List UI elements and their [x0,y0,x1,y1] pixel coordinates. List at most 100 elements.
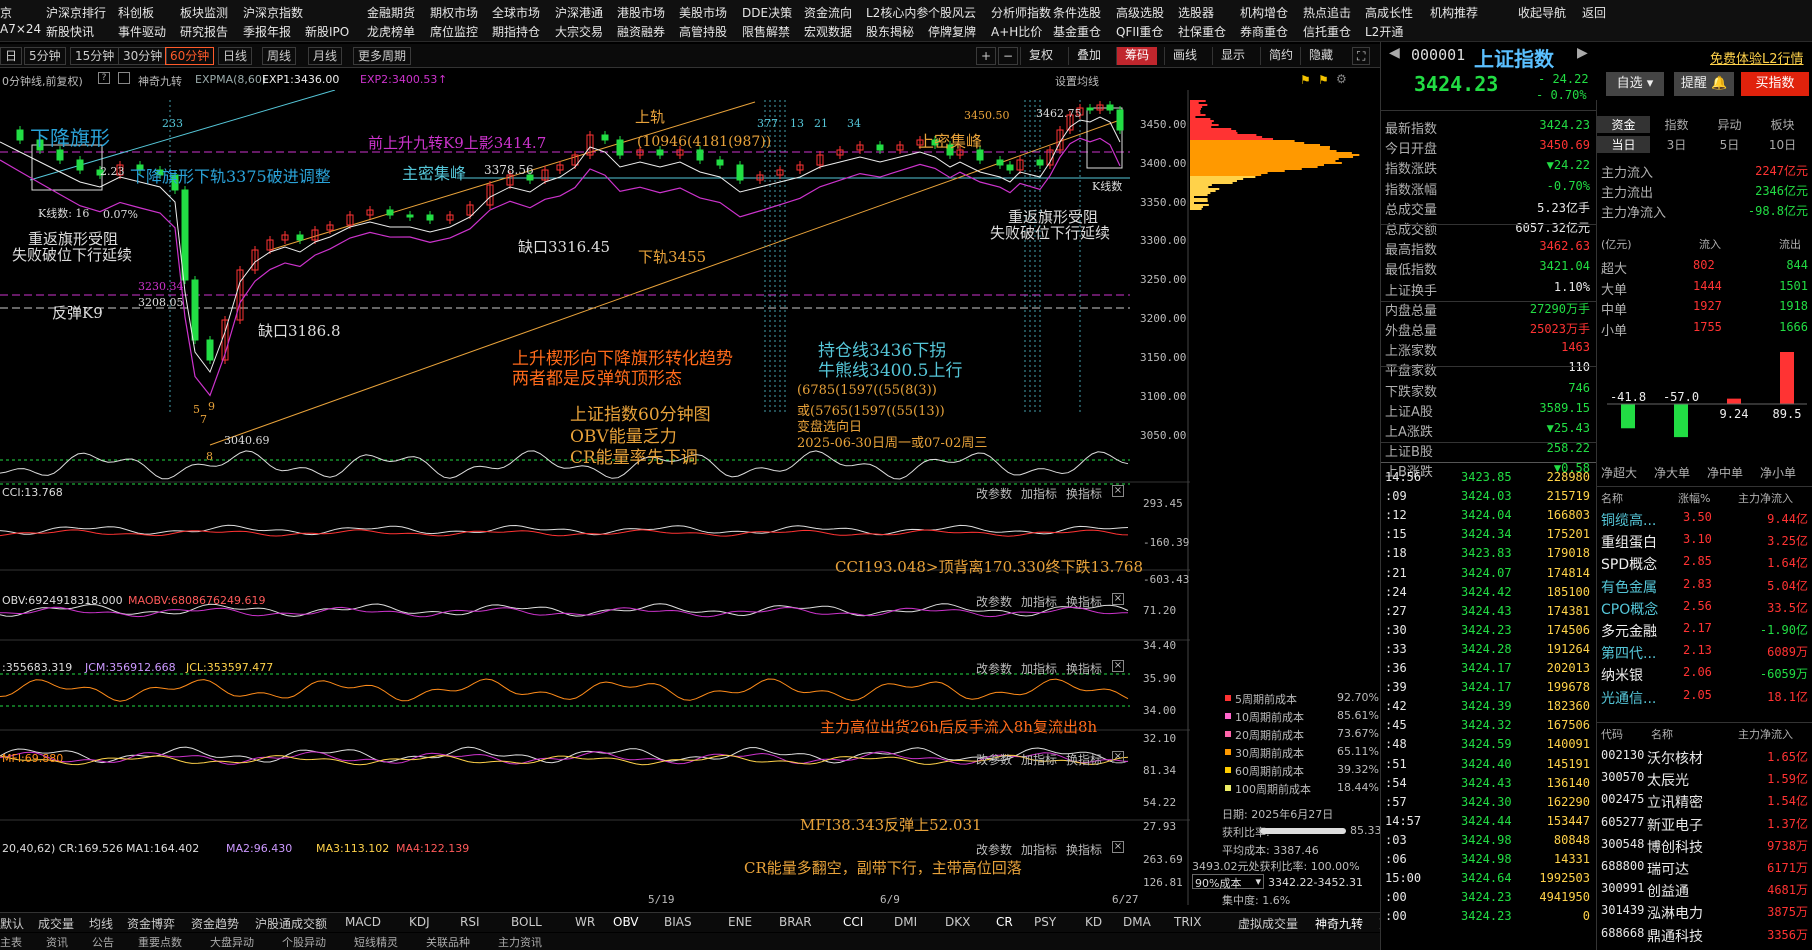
menu-item[interactable]: 选股器 [1178,4,1214,21]
menu-item[interactable]: 基金重仓 [1053,23,1101,40]
sector-name[interactable]: 铜缆高... [1601,510,1656,530]
plus-icon[interactable]: + [976,47,996,65]
stock-code[interactable]: 002130 [1601,748,1644,768]
panel-params-button[interactable]: 改参数 [976,751,1012,768]
menu-item[interactable]: 高管持股 [679,23,727,40]
stock-name[interactable]: 沃尔核材 [1647,748,1703,768]
menu-item[interactable]: 研究报告 [180,23,228,40]
period-tab[interactable]: 5分钟 [24,47,66,65]
indicator-tab[interactable]: 均线 [89,915,113,932]
help-icon[interactable]: ? [98,72,110,84]
stock-code[interactable]: 300548 [1601,837,1644,857]
indicator-tab[interactable]: OBV [613,915,639,929]
period-tab[interactable]: 日 [0,47,22,65]
menu-item[interactable]: 分析师指数 [991,4,1051,21]
indicator-tab[interactable]: BRAR [779,915,812,929]
indicator-tab[interactable]: 虚拟成交量 [1238,915,1298,932]
stock-code[interactable]: 002475 [1601,792,1644,812]
free-l2-link[interactable]: 免费体验L2行情 [1710,48,1804,67]
fund-period-tab[interactable]: 5日 [1703,136,1756,153]
toolbar-toggle[interactable]: 叠加 [1068,47,1109,65]
indicator-tab[interactable]: ENE [728,915,752,929]
menu-item[interactable]: 板块监测 [180,4,228,21]
menu-item[interactable]: L2开通 [1365,23,1403,40]
close-icon[interactable]: × [1112,593,1124,605]
indicator-tab[interactable]: CCI [843,915,863,929]
indicator-tab[interactable]: 成交量 [38,915,74,932]
menu-item[interactable]: 机构增仓 [1240,4,1288,21]
menu-item[interactable]: 期指持仓 [492,23,540,40]
panel-switch-button[interactable]: 换指标 [1066,751,1102,768]
stock-code[interactable]: 688800 [1601,859,1644,879]
menu-item[interactable]: 信托重仓 [1303,23,1351,40]
stock-name[interactable]: 瑞可达 [1647,859,1689,879]
alert-button[interactable]: 提醒 🔔 [1674,72,1734,96]
fund-period-tab[interactable]: 3日 [1650,136,1703,153]
period-tab[interactable]: 月线 [308,47,342,65]
menu-item[interactable]: 事件驱动 [118,23,166,40]
period-tab[interactable]: 60分钟 [165,47,214,65]
indicator-tab[interactable]: 神奇九转 [1315,915,1363,932]
stock-code[interactable]: 300991 [1601,881,1644,901]
stock-code[interactable]: 301439 [1601,903,1644,923]
stock-name[interactable]: 立讯精密 [1647,792,1703,812]
fund-period-tab[interactable]: 10日 [1756,136,1809,153]
menu-item[interactable]: 限售解禁 [742,23,790,40]
stock-name[interactable]: 新亚电子 [1647,815,1703,835]
menu-item[interactable]: 沪深京排行 [46,4,106,21]
panel-params-button[interactable]: 改参数 [976,593,1012,610]
panel-add-button[interactable]: 加指标 [1021,660,1057,677]
stock-name[interactable]: 创益通 [1647,881,1689,901]
info-tab[interactable]: 主力资讯 [498,934,542,950]
menu-item[interactable]: 热点追击 [1303,4,1351,21]
stock-code[interactable]: 688668 [1601,926,1644,946]
indicator-tab[interactable]: 资金博弈 [127,915,175,932]
stock-code[interactable]: 605277 [1601,815,1644,835]
period-tab[interactable]: 日线 [218,47,252,65]
indicator-tab[interactable]: DMA [1123,915,1151,929]
menu-item[interactable]: 社保重仓 [1178,23,1226,40]
panel-add-button[interactable]: 加指标 [1021,593,1057,610]
indicator-tab[interactable]: WR [575,915,595,929]
screenshot-icon[interactable] [118,72,130,84]
menu-item[interactable]: 大宗交易 [555,23,603,40]
sector-name[interactable]: 重组蛋白 [1601,532,1657,552]
info-tab[interactable]: 个股异动 [282,934,326,950]
menu-item[interactable]: 港股市场 [617,4,665,21]
fund-tab[interactable]: 指数 [1650,116,1703,133]
period-tab[interactable]: 15分钟 [70,47,119,65]
toolbar-toggle[interactable]: 隐藏 [1300,47,1341,65]
close-icon[interactable]: × [1112,841,1124,853]
menu-item[interactable]: 高成长性 [1365,4,1413,21]
indicator-tab[interactable]: DMI [894,915,917,929]
panel-params-button[interactable]: 改参数 [976,841,1012,858]
info-tab[interactable]: 短线精灵 [354,934,398,950]
fund-tab[interactable]: 资金 [1597,116,1650,133]
indicator-tab[interactable]: 默认 [0,915,24,932]
settings-icon[interactable]: ⚙ [1336,72,1347,86]
fund-tab[interactable]: 板块 [1756,116,1809,133]
toolbar-toggle[interactable]: 复权 [1020,47,1061,65]
menu-item[interactable]: 条件选股 [1053,4,1101,21]
stock-name[interactable]: 泓淋电力 [1647,903,1703,923]
menu-item[interactable]: 券商重仓 [1240,23,1288,40]
toolbar-toggle[interactable]: 简约 [1260,47,1301,65]
flag-icon[interactable]: ⚑ [1318,73,1329,87]
panel-switch-button[interactable]: 换指标 [1066,485,1102,502]
indicator-tab[interactable]: DKX [945,915,970,929]
indicator-tab[interactable]: CR [996,915,1013,929]
menu-item[interactable]: 高级选股 [1116,4,1164,21]
ma-settings-button[interactable]: 设置均线 [1055,73,1099,89]
watchlist-button[interactable]: 自选 ▾ [1606,72,1664,96]
menu-item[interactable]: 季报年报 [243,23,291,40]
menu-item[interactable]: 席位监控 [430,23,478,40]
menu-item[interactable]: 美股市场 [679,4,727,21]
indicator-tab[interactable]: BOLL [511,915,542,929]
fullscreen-icon[interactable]: ⛶ [1352,47,1370,65]
panel-add-button[interactable]: 加指标 [1021,751,1057,768]
flag-icon[interactable]: ⚑ [1300,73,1311,87]
sector-name[interactable]: 第四代... [1601,643,1656,663]
menu-item[interactable]: 新股快讯 [46,23,94,40]
prev-symbol-icon[interactable]: ◀ [1389,45,1400,61]
sector-name[interactable]: 多元金融 [1601,621,1657,641]
